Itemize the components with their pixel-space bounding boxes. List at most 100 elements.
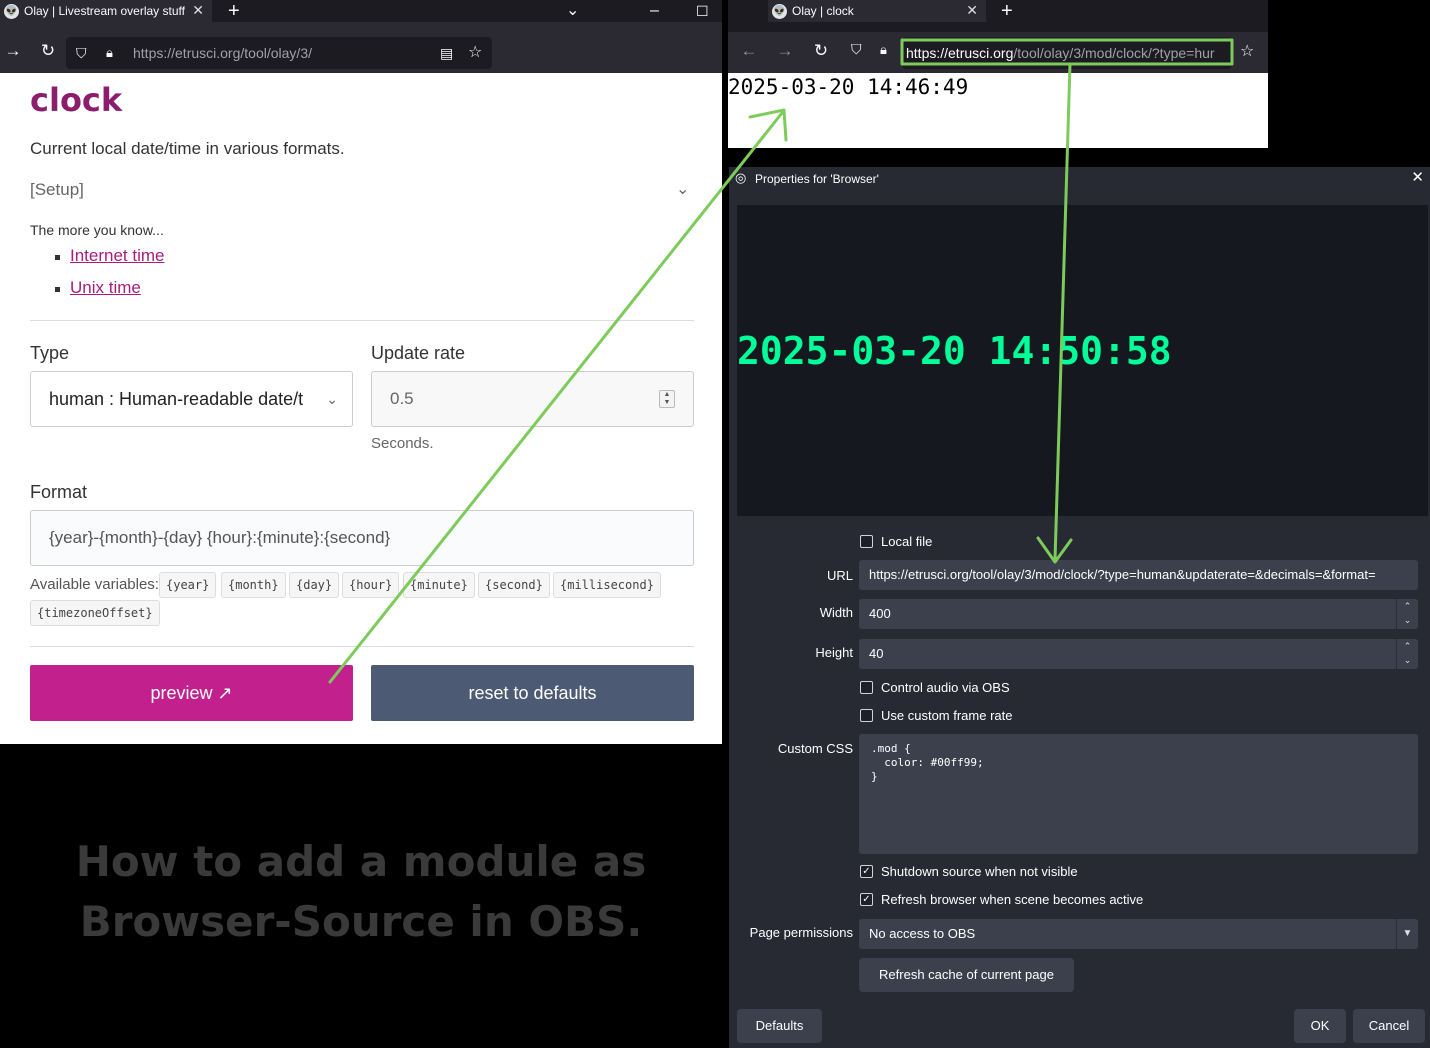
spinner-icon[interactable]: ▲ ▼ [659, 390, 675, 408]
obs-logo-icon: ◎ [735, 170, 747, 185]
preview-clock: 2025-03-20 14:50:58 [737, 329, 1172, 373]
spinner-icon[interactable]: ⌃ ⌄ [1396, 599, 1418, 629]
bullet-icon [55, 255, 60, 260]
width-label: Width [819, 605, 853, 620]
setup-toggle[interactable]: [Setup] [30, 180, 84, 200]
variable-chip: {month} [221, 572, 286, 598]
type-label: Type [30, 343, 70, 363]
chevron-down-icon[interactable]: ⌄ [676, 179, 689, 199]
update-rate-label: Update rate [371, 343, 466, 363]
star-icon[interactable]: ☆ [468, 37, 482, 69]
plus-icon[interactable]: + [1001, 0, 1013, 22]
custom-css-label: Custom CSS [777, 741, 853, 756]
custom-css-textarea[interactable]: .mod { color: #00ff99; } [859, 734, 1418, 854]
forward-icon[interactable]: → [2, 41, 24, 61]
page-description: Current local date/time in various forma… [30, 139, 345, 158]
right-browser-chrome: 👽 Olay | clock ✕ + ← → ↻ ⛉ 🔒︎ https://et… [728, 0, 1268, 73]
ok-button[interactable]: OK [1294, 1009, 1346, 1043]
seconds-hint: Seconds. [371, 435, 434, 452]
refresh-scene-checkbox[interactable]: ✓ [860, 893, 873, 906]
local-file-label: Local file [881, 534, 933, 549]
format-value: {year}-{month}-{day} {hour}:{minute}:{se… [49, 528, 391, 547]
alien-favicon-icon: 👽 [772, 3, 787, 19]
preview-button[interactable]: preview ↗ [30, 665, 353, 721]
right-nav-bar: ← → ↻ ⛉ 🔒︎ https://etrusci.org/tool/olay… [728, 32, 1268, 73]
divider [30, 320, 694, 321]
available-variables-label: Available variables: [30, 576, 159, 593]
tab-strip-gap [0, 22, 722, 32]
chevron-down-icon: ⌄ [326, 391, 338, 407]
left-tab-bar: 👽 Olay | Livestream overlay stuff ✕ + ⌄ … [0, 0, 722, 22]
format-input[interactable]: {year}-{month}-{day} {hour}:{minute}:{se… [30, 510, 694, 566]
shield-icon[interactable]: ⛉ [851, 41, 862, 58]
width-field[interactable]: 400 ⌃ ⌄ [859, 599, 1418, 629]
know-more-text: The more you know... [30, 222, 164, 238]
shield-icon[interactable]: ⛉ [76, 37, 87, 69]
control-audio-label: Control audio via OBS [881, 680, 1010, 695]
maximize-icon[interactable]: ☐ [696, 0, 709, 22]
dropdown-arrow-icon[interactable]: ▼ [1396, 919, 1418, 949]
obs-properties-dialog: ◎ Properties for 'Browser' ✕ 2025-03-20 … [729, 167, 1430, 1048]
height-value: 40 [869, 646, 884, 661]
custom-fps-checkbox[interactable] [860, 709, 873, 722]
variable-chip: {millisecond} [553, 572, 661, 598]
reload-icon[interactable]: ↻ [810, 41, 832, 61]
page-permissions-select[interactable]: No access to OBS ▼ [859, 919, 1418, 949]
control-audio-checkbox[interactable] [860, 681, 873, 694]
spinner-icon[interactable]: ⌃ ⌄ [1396, 639, 1418, 669]
left-url-text: https://etrusci.org/tool/olay/3/ [133, 45, 312, 61]
left-active-tab[interactable]: 👽 Olay | Livestream overlay stuff ✕ [0, 0, 212, 22]
local-file-checkbox[interactable] [860, 535, 873, 548]
headline-line-2: Browser-Source in OBS. [79, 897, 643, 946]
chevron-down-icon[interactable]: ⌄ [566, 0, 579, 22]
headline-line-1: How to add a module as [75, 837, 647, 886]
left-tab-title: Olay | Livestream overlay stuff [24, 4, 185, 18]
close-icon[interactable]: ✕ [1411, 168, 1424, 186]
url-label: URL [826, 568, 853, 583]
defaults-button[interactable]: Defaults [737, 1009, 822, 1043]
forward-icon[interactable]: → [774, 41, 796, 61]
close-tab-icon[interactable]: ✕ [966, 2, 978, 19]
url-field[interactable]: https://etrusci.org/tool/olay/3/mod/cloc… [859, 560, 1418, 590]
variable-chip: {second} [478, 572, 550, 598]
minimize-icon[interactable]: – [650, 0, 659, 22]
right-active-tab[interactable]: 👽 Olay | clock ✕ [768, 0, 986, 22]
height-field[interactable]: 40 ⌃ ⌄ [859, 639, 1418, 669]
lock-icon[interactable]: 🔒︎ [880, 42, 887, 58]
type-select-value: human : Human-readable date/t [49, 389, 304, 409]
shutdown-checkbox[interactable]: ✓ [860, 865, 873, 878]
reader-icon[interactable]: ▤ [440, 37, 453, 69]
plus-icon[interactable]: + [228, 0, 240, 22]
update-rate-input[interactable]: 0.5 ▲ ▼ [371, 371, 694, 427]
link-unix-time[interactable]: Unix time [70, 278, 141, 298]
height-label: Height [815, 645, 853, 660]
page-title: clock [30, 81, 123, 119]
cancel-button[interactable]: Cancel [1353, 1009, 1425, 1043]
variable-chip: {day} [289, 572, 340, 598]
olay-page: clock Current local date/time in various… [12, 73, 710, 744]
right-url-bar[interactable]: https://etrusci.org/tool/olay/3/mod/cloc… [902, 37, 1232, 69]
lock-icon[interactable]: 🔒︎ [106, 37, 113, 69]
left-url-bar[interactable]: ⛉ 🔒︎ https://etrusci.org/tool/olay/3/ ▤ … [66, 37, 492, 69]
width-value: 400 [869, 606, 891, 621]
url-field-value: https://etrusci.org/tool/olay/3/mod/cloc… [869, 567, 1376, 582]
tutorial-headline: How to add a module as Browser-Source in… [0, 832, 722, 952]
link-internet-time[interactable]: Internet time [70, 246, 165, 266]
refresh-scene-label: Refresh browser when scene becomes activ… [881, 892, 1144, 907]
page-permissions-value: No access to OBS [869, 926, 976, 941]
reload-icon[interactable]: ↻ [37, 41, 59, 61]
back-icon[interactable]: ← [738, 41, 760, 61]
variable-chip: {hour} [342, 572, 400, 598]
update-rate-value: 0.5 [390, 389, 414, 408]
type-select[interactable]: human : Human-readable date/t ⌄ [30, 371, 353, 427]
refresh-cache-button[interactable]: Refresh cache of current page [859, 958, 1074, 992]
close-tab-icon[interactable]: ✕ [192, 2, 204, 19]
right-tab-title: Olay | clock [792, 4, 854, 18]
reset-defaults-button[interactable]: reset to defaults [371, 665, 694, 721]
page-permissions-label: Page permissions [749, 925, 853, 940]
divider [30, 646, 694, 647]
clock-output: 2025-03-20 14:46:49 [728, 75, 969, 99]
star-icon[interactable]: ☆ [1240, 41, 1254, 61]
right-url-text: https://etrusci.org/tool/olay/3/mod/cloc… [906, 45, 1215, 61]
variable-chip: {year} [159, 572, 217, 598]
